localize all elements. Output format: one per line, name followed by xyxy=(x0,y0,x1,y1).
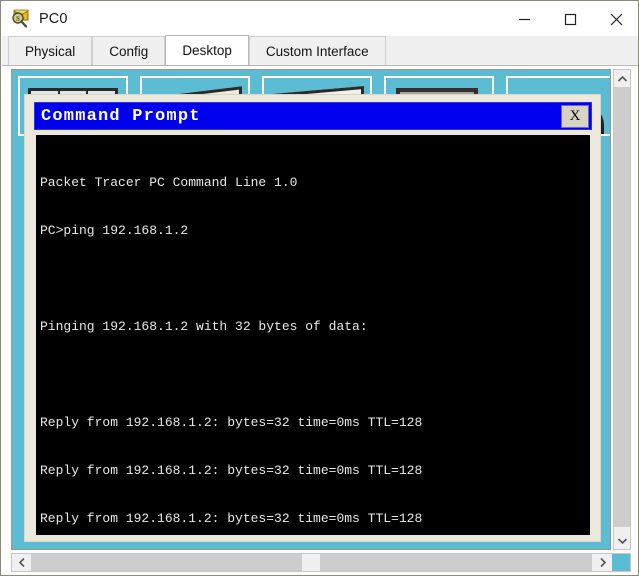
pc0-window: S PC0 Physical Config Desktop Custom Int… xyxy=(0,0,639,576)
command-prompt-close-button[interactable]: X xyxy=(561,105,589,128)
tab-config[interactable]: Config xyxy=(92,36,166,65)
command-prompt-title-bar[interactable]: Command Prompt X xyxy=(34,102,592,130)
minimize-button[interactable] xyxy=(501,2,547,36)
tab-custom-interface[interactable]: Custom Interface xyxy=(248,36,386,65)
console-line: Reply from 192.168.1.2: bytes=32 time=0m… xyxy=(40,511,423,526)
maximize-button[interactable] xyxy=(547,2,593,36)
console-line: Reply from 192.168.1.2: bytes=32 time=0m… xyxy=(40,415,423,430)
window-controls xyxy=(501,2,638,36)
scroll-down-arrow-icon[interactable] xyxy=(614,532,630,549)
tab-desktop[interactable]: Desktop xyxy=(165,35,249,65)
vertical-scrollbar-thumb[interactable] xyxy=(614,87,630,527)
window-title: PC0 xyxy=(39,11,68,27)
horizontal-scrollbar[interactable] xyxy=(11,553,631,572)
scroll-right-arrow-icon[interactable] xyxy=(593,554,612,571)
tab-physical[interactable]: Physical xyxy=(8,36,93,65)
scrollbar-end-block xyxy=(612,554,630,571)
vertical-scrollbar[interactable] xyxy=(613,69,631,550)
close-button[interactable] xyxy=(593,2,638,36)
console-output[interactable]: Packet Tracer PC Command Line 1.0 PC>pin… xyxy=(36,135,590,535)
desktop-tab-panel: Command Prompt X Packet Tracer PC Comman… xyxy=(2,66,638,575)
svg-text:S: S xyxy=(16,15,20,23)
tab-strip: Physical Config Desktop Custom Interface xyxy=(2,35,638,66)
console-line: Reply from 192.168.1.2: bytes=32 time=0m… xyxy=(40,463,423,478)
console-line: Pinging 192.168.1.2 with 32 bytes of dat… xyxy=(40,319,368,334)
desktop-viewport: Command Prompt X Packet Tracer PC Comman… xyxy=(11,69,611,550)
packet-tracer-pc-icon: S xyxy=(10,8,32,30)
horizontal-scrollbar-thumb[interactable] xyxy=(302,554,320,571)
horizontal-scrollbar-track[interactable] xyxy=(31,554,592,571)
window-title-bar: S PC0 xyxy=(2,2,638,36)
scroll-up-arrow-icon[interactable] xyxy=(614,70,630,87)
scroll-left-arrow-icon[interactable] xyxy=(12,554,31,571)
command-prompt-title: Command Prompt xyxy=(41,106,201,126)
console-line: Packet Tracer PC Command Line 1.0 xyxy=(40,175,298,190)
console-line: PC>ping 192.168.1.2 xyxy=(40,223,189,238)
command-prompt-window: Command Prompt X Packet Tracer PC Comman… xyxy=(24,94,601,542)
